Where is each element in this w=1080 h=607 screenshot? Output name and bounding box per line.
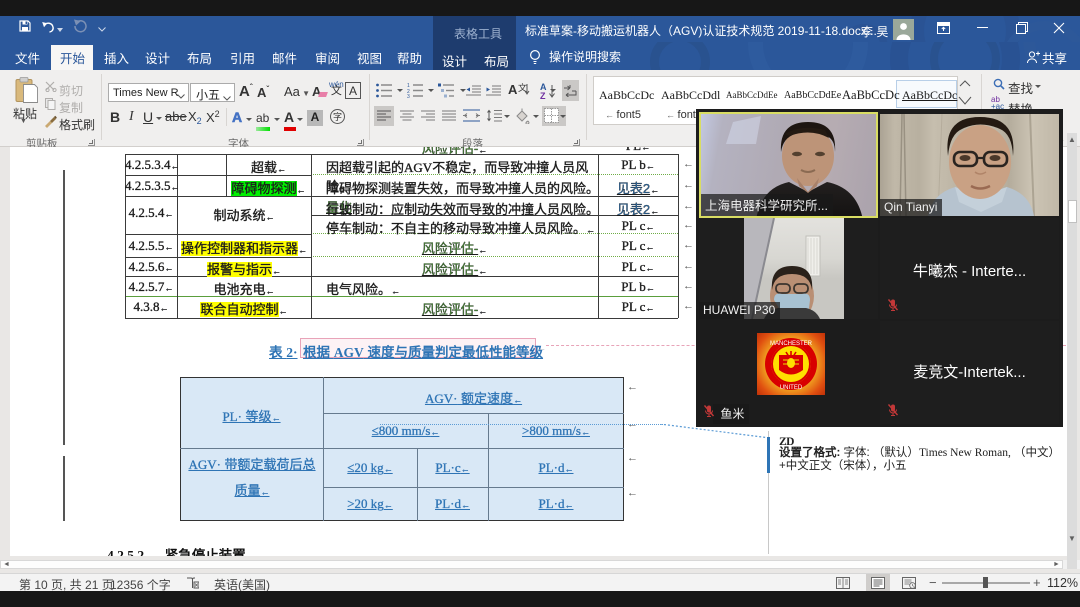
svg-text:3: 3 (407, 94, 410, 98)
svg-text:UNITED: UNITED (780, 385, 803, 391)
svg-text:MANCHESTER: MANCHESTER (770, 341, 813, 347)
svg-text:A: A (508, 82, 518, 97)
svg-text:Z: Z (540, 91, 546, 100)
